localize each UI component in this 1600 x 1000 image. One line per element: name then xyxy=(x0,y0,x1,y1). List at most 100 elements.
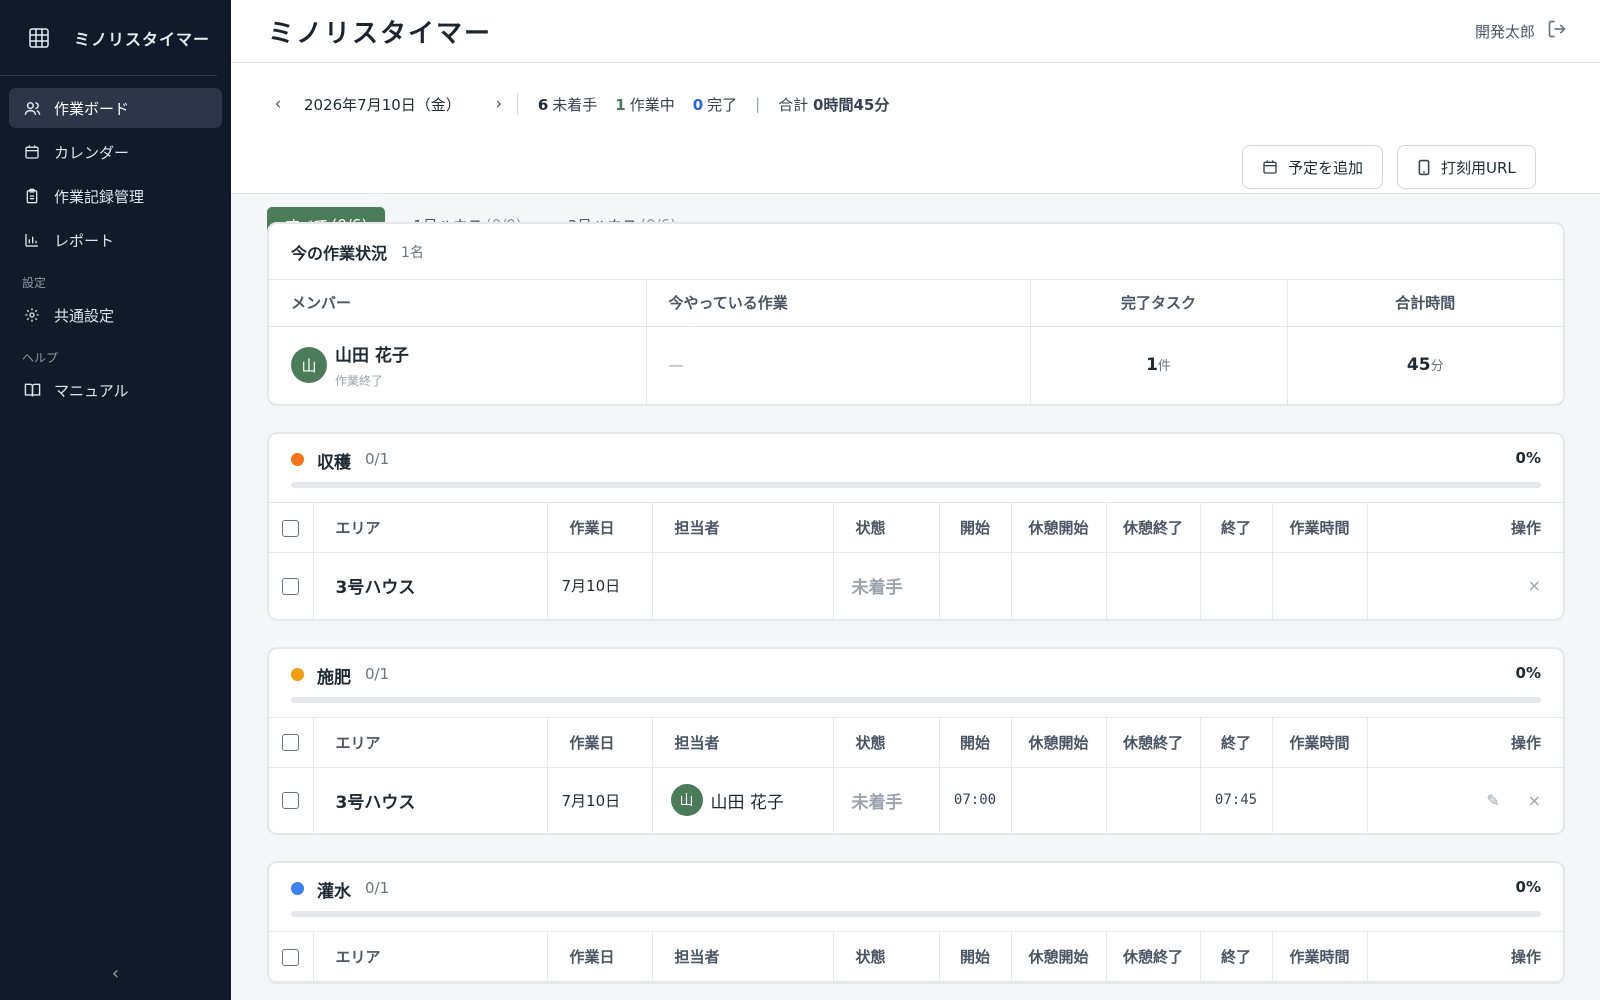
current-status-table: メンバー 今やっている作業 完了タスク 合計時間 山 山田 花子 作業終了 — … xyxy=(269,280,1563,404)
sidebar-item-label: カレンダー xyxy=(54,143,130,162)
date-cell: 7月10日 xyxy=(547,767,653,833)
current-task: — xyxy=(646,326,1031,404)
book-icon xyxy=(23,381,41,399)
column-header: 完了タスク xyxy=(1030,280,1288,327)
column-header: 休憩開始 xyxy=(1011,502,1107,553)
group-name: 収穫 xyxy=(317,453,351,473)
add-schedule-button[interactable]: 予定を追加 xyxy=(1242,145,1384,189)
column-header: 状態 xyxy=(833,502,940,553)
task-group-card: 収穫 0/1 0% エリア 作業日 担当者 状態 開始 休憩開始 休憩終了 終了 作業時間 操作 3号ハウ… xyxy=(267,432,1565,621)
task-group-header: 収穫 0/1 0% xyxy=(269,434,1563,502)
column-header: 休憩終了 xyxy=(1106,502,1201,553)
column-header: 休憩開始 xyxy=(1011,931,1107,982)
grid-icon[interactable] xyxy=(26,25,52,51)
stat-not-started: 6 未着手 xyxy=(537,95,598,114)
column-header: 作業時間 xyxy=(1272,931,1368,982)
sidebar-item-label: レポート xyxy=(54,231,115,250)
column-header: 状態 xyxy=(833,931,940,982)
sidebar-item-label: マニュアル xyxy=(54,381,129,400)
sidebar-item-calendar[interactable]: カレンダー xyxy=(9,132,222,172)
sidebar-item-report[interactable]: レポート xyxy=(9,220,222,260)
column-header: 作業日 xyxy=(547,502,653,553)
assignee-cell xyxy=(652,552,834,619)
logout-icon[interactable] xyxy=(1535,19,1567,43)
assignee-cell: 山山田 花子 xyxy=(652,767,834,833)
collapse-sidebar-button[interactable]: ‹ xyxy=(0,963,231,984)
group-color-dot xyxy=(291,453,304,466)
column-header: 操作 xyxy=(1367,931,1563,982)
stat-in-progress: 1 作業中 xyxy=(615,95,675,114)
break-end-cell xyxy=(1106,767,1201,833)
select-all-checkbox[interactable] xyxy=(282,519,300,537)
prev-day-button[interactable]: ‹ xyxy=(268,94,288,114)
break-end-cell xyxy=(1106,552,1201,619)
users-icon xyxy=(23,99,41,117)
sidebar-item-common-settings[interactable]: 共通設定 xyxy=(9,295,222,335)
calendar-icon xyxy=(23,143,41,161)
total-time: 45分 xyxy=(1406,355,1444,376)
edit-icon[interactable]: ✎ xyxy=(1486,791,1499,810)
next-day-button[interactable]: › xyxy=(489,94,509,114)
column-header: 開始 xyxy=(939,502,1012,553)
sidebar-nav: 作業ボード カレンダー 作業記録管理 レポート 設定 共通設定 ヘルプ マニュア… xyxy=(0,76,231,410)
column-header: 担当者 xyxy=(652,502,834,553)
toolbar: ‹ 2026年7月10日（金） › 6 未着手 1 作業中 0 完了 | 合計 0時間… xyxy=(231,63,1600,243)
task-group-card: 施肥 0/1 0% エリア 作業日 担当者 状態 開始 休憩開始 休憩終了 終了 作業時間 操作 3号ハウ… xyxy=(267,646,1565,835)
column-header: 状態 xyxy=(833,716,940,768)
delete-icon[interactable]: × xyxy=(1528,791,1541,810)
actions-cell: ✎ × xyxy=(1367,767,1563,833)
member-name: 山田 花子 xyxy=(335,346,409,367)
task-table: エリア 作業日 担当者 状態 開始 休憩開始 休憩終了 終了 作業時間 操作 3号ハウス 7月10日山… xyxy=(269,716,1563,833)
column-header: 今やっている作業 xyxy=(646,280,1031,327)
select-all-checkbox[interactable] xyxy=(282,948,300,966)
date-stats-row: ‹ 2026年7月10日（金） › 6 未着手 1 作業中 0 完了 | 合計 0時間… xyxy=(268,81,911,127)
group-percent: 0% xyxy=(1515,878,1541,896)
clipboard-icon xyxy=(23,187,41,205)
start-time-cell: 07:00 xyxy=(939,767,1012,833)
calendar-icon xyxy=(1263,160,1277,174)
board-content: 今の作業状況 1名 メンバー 今やっている作業 完了タスク 合計時間 山 山田 … xyxy=(267,222,1565,1000)
member-cell: 山 山田 花子 作業終了 xyxy=(269,341,646,389)
row-checkbox[interactable] xyxy=(282,792,300,810)
column-header: 開始 xyxy=(939,716,1012,768)
bar-chart-icon xyxy=(23,231,41,249)
column-header: エリア xyxy=(313,931,548,982)
sidebar-item-work-board[interactable]: 作業ボード xyxy=(9,88,222,128)
row-checkbox[interactable] xyxy=(282,577,300,595)
column-header: エリア xyxy=(313,716,548,768)
stat-completed: 0 完了 xyxy=(692,95,738,114)
area-cell: 3号ハウス xyxy=(313,552,548,619)
column-header: 作業日 xyxy=(547,931,653,982)
avatar: 山 xyxy=(670,784,703,817)
duration-cell xyxy=(1272,767,1368,833)
table-row: 3号ハウス 7月10日 未着手 × xyxy=(269,552,1563,619)
stat-separator: | xyxy=(755,95,761,113)
current-status-title: 今の作業状況 xyxy=(291,243,388,263)
duration-cell xyxy=(1272,552,1368,619)
section-help: ヘルプ xyxy=(22,351,59,365)
group-count: 0/1 xyxy=(365,450,390,468)
delete-icon[interactable]: × xyxy=(1528,576,1541,595)
task-group-header: 灌水 0/1 0% xyxy=(269,863,1563,931)
select-all-checkbox[interactable] xyxy=(282,734,300,751)
task-groups: 収穫 0/1 0% エリア 作業日 担当者 状態 開始 休憩開始 休憩終了 終了 作業時間 操作 3号ハウ… xyxy=(267,432,1565,984)
current-status-header: 今の作業状況 1名 xyxy=(269,224,1563,280)
group-name: 灌水 xyxy=(317,882,351,902)
brand: ミノリスタイマー xyxy=(0,0,217,76)
sidebar-item-work-records[interactable]: 作業記録管理 xyxy=(9,176,222,216)
sidebar-item-label: 共通設定 xyxy=(54,306,115,325)
state-cell: 未着手 xyxy=(833,552,940,619)
punch-url-button[interactable]: 打刻用URL xyxy=(1397,145,1536,189)
sidebar-item-manual[interactable]: マニュアル xyxy=(9,370,222,410)
column-header: 休憩開始 xyxy=(1011,716,1107,768)
state-cell: 未着手 xyxy=(833,767,940,833)
group-progress-bar xyxy=(291,696,1541,703)
stat-total: 合計 0時間45分 xyxy=(778,95,890,114)
column-header: 休憩終了 xyxy=(1106,931,1201,982)
column-header: 合計時間 xyxy=(1287,280,1563,327)
column-header: 開始 xyxy=(939,931,1012,982)
group-name: 施肥 xyxy=(317,667,351,688)
column-header: 終了 xyxy=(1200,931,1273,982)
column-header: 終了 xyxy=(1200,716,1273,768)
table-row: 山 山田 花子 作業終了 — 1件 45分 xyxy=(269,326,1563,404)
